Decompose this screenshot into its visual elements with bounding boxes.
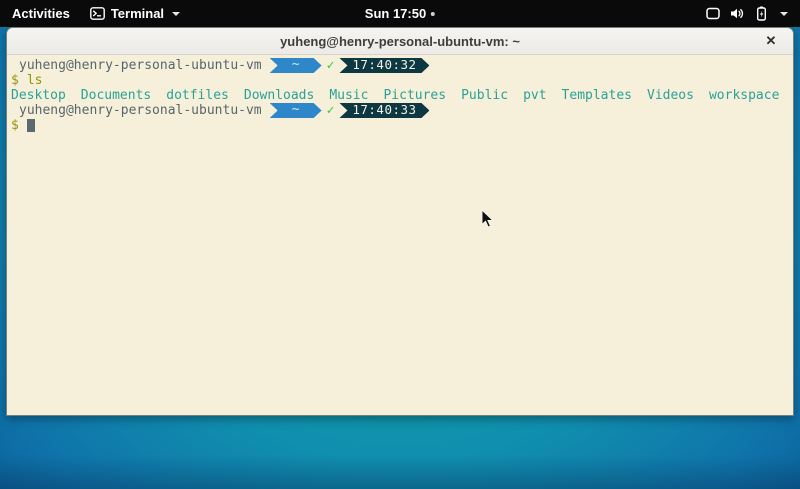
terminal-cursor xyxy=(27,119,35,132)
prompt-symbol: $ xyxy=(11,118,19,133)
prompt-time-segment: 17:40:32 xyxy=(339,58,429,73)
app-menu-label: Terminal xyxy=(111,6,164,21)
directory-name: Music xyxy=(329,88,368,103)
directory-name: Downloads xyxy=(244,88,314,103)
volume-icon xyxy=(730,7,745,20)
battery-charging-icon xyxy=(755,6,768,21)
prompt-user-host: yuheng@henry-personal-ubuntu-vm xyxy=(11,103,262,118)
window-titlebar[interactable]: yuheng@henry-personal-ubuntu-vm: ~ ✕ xyxy=(7,28,793,55)
ls-output-line: Desktop Documents dotfiles Downloads Music Pi… xyxy=(11,88,789,103)
notification-dot-icon xyxy=(431,12,435,16)
top-bar: Activities Terminal Sun 17:50 xyxy=(0,0,800,27)
close-button[interactable]: ✕ xyxy=(759,28,783,54)
terminal-window: yuheng@henry-personal-ubuntu-vm: ~ ✕ yuh… xyxy=(6,27,794,416)
display-icon xyxy=(706,7,720,20)
directory-name: Desktop xyxy=(11,88,66,103)
window-title: yuheng@henry-personal-ubuntu-vm: ~ xyxy=(280,34,520,49)
chevron-down-icon xyxy=(172,12,180,16)
clock-label: Sun 17:50 xyxy=(365,6,426,21)
directory-name: dotfiles xyxy=(166,88,229,103)
prompt-user-host: yuheng@henry-personal-ubuntu-vm xyxy=(11,58,262,73)
directory-name: Pictures xyxy=(383,88,446,103)
directory-name: workspace xyxy=(709,88,779,103)
activities-label: Activities xyxy=(12,6,70,21)
prompt-time-segment: 17:40:33 xyxy=(339,103,429,118)
chevron-down-icon xyxy=(780,12,788,16)
terminal-content[interactable]: yuheng@henry-personal-ubuntu-vm ~ ✓ 17:40:3… xyxy=(7,55,793,415)
check-icon: ✓ xyxy=(327,58,335,73)
directory-name: pvt xyxy=(523,88,546,103)
app-menu-button[interactable]: Terminal xyxy=(82,0,188,27)
input-line: $ xyxy=(11,118,789,133)
directory-name: Videos xyxy=(647,88,694,103)
command-text: ls xyxy=(27,73,43,88)
close-icon: ✕ xyxy=(766,33,777,49)
prompt-symbol: $ xyxy=(11,73,19,88)
prompt-line: yuheng@henry-personal-ubuntu-vm ~ ✓ 17:40:3… xyxy=(11,103,789,118)
directory-name: Documents xyxy=(81,88,151,103)
directory-name: Public xyxy=(461,88,508,103)
prompt-line: yuheng@henry-personal-ubuntu-vm ~ ✓ 17:40:3… xyxy=(11,58,789,73)
prompt-path-segment: ~ xyxy=(270,103,322,118)
system-menu-button[interactable] xyxy=(700,0,794,27)
activities-button[interactable]: Activities xyxy=(0,0,82,27)
directory-name: Templates xyxy=(562,88,632,103)
command-line: $ ls xyxy=(11,73,789,88)
prompt-path-segment: ~ xyxy=(270,58,322,73)
terminal-app-icon xyxy=(90,7,105,20)
check-icon: ✓ xyxy=(327,103,335,118)
clock-button[interactable]: Sun 17:50 xyxy=(365,0,435,27)
